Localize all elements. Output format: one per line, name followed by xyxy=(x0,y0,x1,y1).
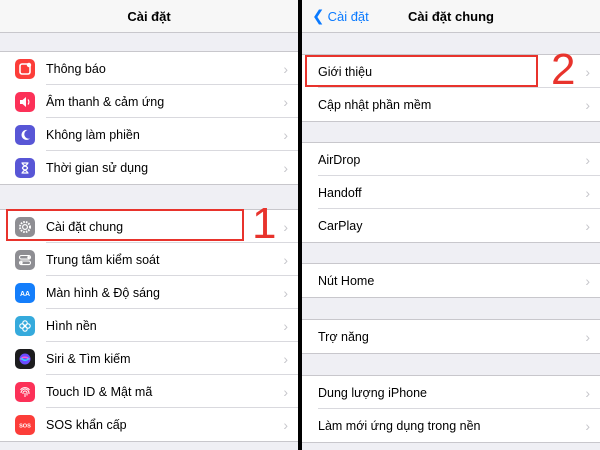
flower-icon xyxy=(15,315,35,336)
chevron-right-icon: › xyxy=(283,284,288,301)
settings-screen: Cài đặt Thông báo › Âm thanh & cảm ứng › Khô… xyxy=(0,0,298,450)
row-label: Dung lượng iPhone xyxy=(318,385,427,400)
chevron-right-icon: › xyxy=(585,151,590,168)
row-label: Giới thiệu xyxy=(318,64,373,79)
row-label: Cập nhật phần mềm xyxy=(318,97,432,112)
general-row-lam-moi-ung-dung-trong-nen[interactable]: Làm mới ứng dụng trong nền › xyxy=(302,409,600,442)
chevron-right-icon: › xyxy=(283,93,288,110)
gear-icon xyxy=(15,216,35,237)
chevron-right-icon: › xyxy=(283,317,288,334)
row-label: AirDrop xyxy=(318,152,361,167)
row-label: CarPlay xyxy=(318,218,363,233)
settings-group-1: Thông báo › Âm thanh & cảm ứng › Không làm p… xyxy=(0,51,298,185)
general-row-dung-luong-iphone[interactable]: Dung lượng iPhone › xyxy=(302,376,600,409)
settings-row-thoi-gian-su-dung[interactable]: Thời gian sử dụng › xyxy=(0,151,298,184)
general-row-airdrop[interactable]: AirDrop › xyxy=(302,143,600,176)
chevron-right-icon: › xyxy=(585,217,590,234)
row-label: Làm mới ứng dụng trong nền xyxy=(318,418,481,433)
general-row-handoff[interactable]: Handoff › xyxy=(302,176,600,209)
row-label: Touch ID & Mật mã xyxy=(46,384,153,399)
row-label: Trung tâm kiểm soát xyxy=(46,252,160,267)
chevron-right-icon: › xyxy=(585,417,590,434)
chevron-right-icon: › xyxy=(283,60,288,77)
row-label: Cài đặt chung xyxy=(46,219,124,234)
settings-row-siri-tim-kiem[interactable]: Siri & Tìm kiếm › xyxy=(0,342,298,375)
chevron-right-icon: › xyxy=(283,126,288,143)
row-label: Nút Home xyxy=(318,273,375,288)
chevron-right-icon: › xyxy=(283,416,288,433)
page-title: Cài đặt xyxy=(127,9,171,24)
row-label: SOS khẩn cấp xyxy=(46,417,127,432)
chevron-right-icon: › xyxy=(585,328,590,345)
chevron-right-icon: › xyxy=(283,159,288,176)
row-label: Thời gian sử dụng xyxy=(46,160,149,175)
settings-row-sos-khan-cap[interactable]: SOS SOS khẩn cấp › xyxy=(0,408,298,441)
nav-bar: Cài đặt xyxy=(0,0,298,33)
settings-row-khong-lam-phien[interactable]: Không làm phiền › xyxy=(0,118,298,151)
row-label: Thông báo xyxy=(46,61,106,76)
settings-row-am-thanh-cam-ung[interactable]: Âm thanh & cảm ứng › xyxy=(0,85,298,118)
row-label: Không làm phiền xyxy=(46,127,140,142)
settings-row-thong-bao[interactable]: Thông báo › xyxy=(0,52,298,85)
general-row-tro-nang[interactable]: Trợ năng › xyxy=(302,320,600,353)
chevron-right-icon: › xyxy=(283,218,288,235)
chevron-right-icon: › xyxy=(585,63,590,80)
speaker-icon xyxy=(15,91,35,112)
nav-bar: ❮ Cài đặt Cài đặt chung xyxy=(302,0,600,33)
general-row-nut-home[interactable]: Nút Home › xyxy=(302,264,600,297)
display-icon: AA xyxy=(15,282,35,303)
chevron-right-icon: › xyxy=(283,383,288,400)
chevron-right-icon: › xyxy=(585,96,590,113)
row-label: Trợ năng xyxy=(318,329,369,344)
siri-icon xyxy=(15,348,35,369)
chevron-right-icon: › xyxy=(585,272,590,289)
row-label: Siri & Tìm kiếm xyxy=(46,351,131,366)
row-label: Màn hình & Độ sáng xyxy=(46,285,160,300)
settings-row-man-hinh-do-sang[interactable]: AA Màn hình & Độ sáng › xyxy=(0,276,298,309)
sos-icon: SOS xyxy=(15,414,35,435)
row-label: Hình nền xyxy=(46,318,97,333)
toggles-icon xyxy=(15,249,35,270)
svg-text:SOS: SOS xyxy=(19,423,31,429)
general-group-5: Dung lượng iPhone › Làm mới ứng dụng trong… xyxy=(302,375,600,443)
moon-icon xyxy=(15,124,35,145)
general-row-carplay[interactable]: CarPlay › xyxy=(302,209,600,242)
chevron-right-icon: › xyxy=(585,184,590,201)
row-label: Âm thanh & cảm ứng xyxy=(46,94,165,109)
fingerprint-icon xyxy=(15,381,35,402)
settings-row-hinh-nen[interactable]: Hình nền › xyxy=(0,309,298,342)
svg-text:AA: AA xyxy=(20,291,30,298)
chevron-right-icon: › xyxy=(283,251,288,268)
page-title: Cài đặt chung xyxy=(408,9,494,24)
hourglass-icon xyxy=(15,157,35,178)
general-settings-screen: ❮ Cài đặt Cài đặt chung Giới thiệu › Cập n… xyxy=(302,0,600,450)
step-2-number: 2 xyxy=(551,45,576,94)
general-group-4: Trợ năng › xyxy=(302,319,600,354)
step-1-number: 1 xyxy=(252,199,277,248)
general-group-3: Nút Home › xyxy=(302,263,600,298)
row-label: Handoff xyxy=(318,185,362,200)
chevron-right-icon: › xyxy=(585,384,590,401)
settings-row-touch-id-mat-ma[interactable]: Touch ID & Mật mã › xyxy=(0,375,298,408)
chevron-right-icon: › xyxy=(283,350,288,367)
general-group-2: AirDrop › Handoff › CarPlay › xyxy=(302,142,600,243)
notification-icon xyxy=(15,58,35,79)
